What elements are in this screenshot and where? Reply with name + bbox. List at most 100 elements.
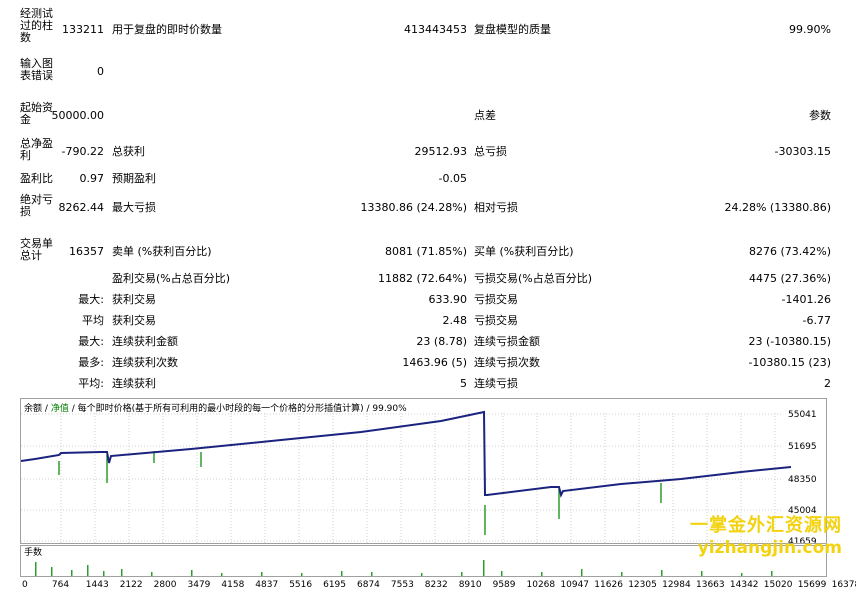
x-tick-label: 1443: [85, 580, 109, 590]
relative-drawdown-value: 24.28% (13380.86): [724, 201, 831, 214]
x-tick-label: 3479: [187, 580, 211, 590]
volume-bar: [151, 572, 153, 576]
x-tick-label: 6195: [323, 580, 346, 590]
average-profit-trade-label: 获利交易: [112, 314, 156, 327]
volume-bar: [191, 570, 193, 576]
x-tick-label: 4158: [221, 580, 245, 590]
average-prefix: 平均: [82, 314, 104, 327]
volume-bar: [421, 573, 423, 576]
watermark-title: 一掌金外汇资源网: [690, 515, 842, 536]
gross-profit-value: 29512.93: [414, 145, 468, 158]
avg-consec-losses-label: 连续亏损: [474, 377, 518, 390]
x-tick-label: 10268: [526, 580, 556, 590]
ticks-modelled-value: 413443453: [404, 23, 467, 36]
max-consec-prefix: 最大:: [78, 335, 104, 348]
volume-bar: [121, 569, 123, 576]
avg-consec-prefix: 平均:: [78, 377, 104, 390]
x-tick-label: 13663: [696, 580, 725, 590]
x-tick-label: 7553: [390, 580, 414, 590]
average-profit-trade-value: 2.48: [442, 314, 468, 327]
volume-bar: [483, 560, 485, 576]
bars-tested-label: 经测试过的柱数: [20, 7, 53, 44]
average-loss-trade-value: -6.77: [802, 314, 831, 327]
profit-trades-label: 盈利交易(%占总百分比): [112, 272, 231, 285]
volume-bar: [741, 573, 743, 576]
x-tick-label: 15020: [763, 580, 793, 590]
profit-factor-value: 0.97: [79, 172, 105, 185]
volume-bar: [541, 572, 543, 576]
legend-separator: /: [44, 404, 48, 414]
volume-bar: [771, 571, 773, 576]
long-positions-value: 8276 (73.42%): [748, 245, 831, 258]
gross-loss-value: -30303.15: [774, 145, 831, 158]
x-tick-label: 16378: [831, 580, 856, 590]
x-tick-label: 4837: [255, 580, 279, 590]
volume-bar: [87, 565, 89, 576]
x-tick-label: 6874: [357, 580, 380, 590]
relative-drawdown-label: 相对亏损: [474, 201, 518, 214]
volume-bar: [621, 572, 623, 576]
largest-loss-trade-value: -1401.26: [781, 293, 831, 306]
max-consec-wins-value: 23 (8.78): [416, 335, 467, 348]
x-tick-label: 0: [22, 580, 28, 590]
total-net-profit-value: -790.22: [61, 145, 104, 158]
volume-bar: [581, 569, 583, 576]
largest-prefix: 最大:: [78, 293, 104, 306]
watermark-url: yizhangjin.com: [697, 538, 842, 558]
x-tick-label: 2122: [119, 580, 143, 590]
volume-bar: [701, 571, 703, 576]
x-tick-label: 11626: [594, 580, 623, 590]
maximal-prefix: 最多:: [78, 356, 104, 369]
total-trades-value: 16357: [69, 245, 104, 258]
avg-consec-wins-label: 连续获利: [112, 377, 156, 390]
model-description: / 每个即时价格(基于所有可利用的最小时段的每一个价格的分形插值计算) / 99…: [71, 404, 407, 414]
x-tick-label: 8910: [458, 580, 482, 590]
volume-bar: [461, 572, 463, 576]
expected-payoff-label: 预期盈利: [112, 172, 156, 185]
x-tick-label: 2800: [153, 580, 177, 590]
long-positions-label: 买单 (%获利百分比): [474, 245, 574, 258]
mismatched-errors-value: 0: [97, 65, 104, 78]
avg-consec-losses-value: 2: [824, 377, 831, 390]
volume-bar: [371, 572, 373, 576]
gross-profit-label: 总获利: [112, 145, 145, 158]
short-positions-label: 卖单 (%获利百分比): [112, 245, 212, 258]
modelling-quality-label: 复盘模型的质量: [474, 23, 551, 36]
x-tick-label: 12305: [628, 580, 657, 590]
loss-trades-value: 4475 (27.36%): [748, 272, 831, 285]
volume-bar: [103, 571, 105, 576]
initial-deposit-value: 50000.00: [51, 109, 105, 122]
max-consec-losses-value: 23 (-10380.15): [748, 335, 831, 348]
largest-loss-trade-label: 亏损交易: [474, 293, 518, 306]
chart-header: 余额 / 净值 / 每个即时价格(基于所有可利用的最小时段的每一个价格的分形插值…: [24, 401, 407, 414]
volume-bar: [51, 567, 53, 576]
y-tick-label: 48350: [788, 475, 817, 485]
x-tick-label: 12984: [662, 580, 691, 590]
x-tick-label: 8232: [424, 580, 448, 590]
average-loss-trade-label: 亏损交易: [474, 314, 518, 327]
largest-profit-trade-label: 获利交易: [112, 293, 156, 306]
spread-value: 参数: [809, 109, 831, 122]
y-tick-label: 51695: [788, 442, 817, 452]
maximal-consec-profit-value: 1463.96 (5): [402, 356, 467, 369]
x-tick-label: 5516: [289, 580, 313, 590]
balance-line: [21, 410, 792, 498]
maximal-drawdown-label: 最大亏损: [112, 201, 156, 214]
profit-trades-value: 11882 (72.64%): [377, 272, 467, 285]
equity-legend: 净值: [50, 404, 69, 414]
maximal-consec-loss-label: 连续亏损次数: [474, 356, 540, 369]
absolute-drawdown-value: 8262.44: [58, 201, 105, 214]
x-tick-label: 764: [51, 580, 70, 590]
volume-bar: [261, 572, 263, 576]
ticks-modelled-label: 用于复盘的即时价数量: [112, 23, 222, 36]
x-tick-label: 15699: [797, 580, 827, 590]
spread-label: 点差: [474, 109, 496, 122]
x-tick-label: 14342: [729, 580, 759, 590]
y-tick-label: 55041: [788, 410, 817, 420]
loss-trades-label: 亏损交易(%占总百分比): [474, 272, 593, 285]
mismatched-errors-label: 输入图表错误: [20, 57, 53, 82]
modelling-quality-value: 99.90%: [789, 23, 831, 36]
bars-tested-value: 133211: [62, 23, 104, 36]
x-axis: 0 764 1443 2122 2800 3479 4158 4837 5516 6195 6874…: [0, 579, 856, 593]
largest-profit-trade-value: 633.90: [428, 293, 468, 306]
